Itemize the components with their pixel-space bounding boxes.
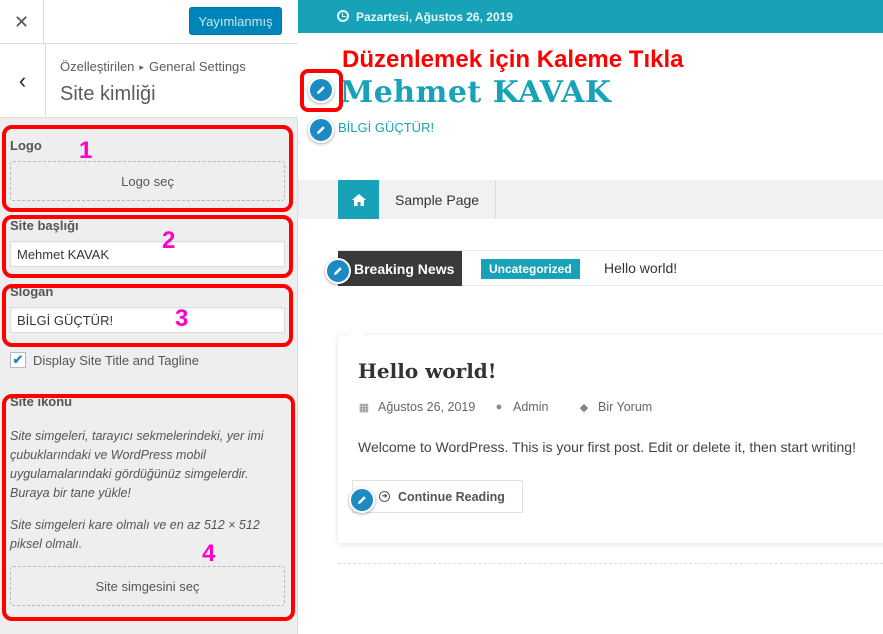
edit-tagline-pencil-icon[interactable] [308,117,334,143]
site-preview: Pazartesi, Ağustos 26, 2019 Düzenlemek i… [298,0,883,634]
breaking-news-label: Breaking News [338,251,462,286]
annotation-box-tagline [2,284,293,347]
user-icon: ● [495,401,503,413]
section-header: ‹ Özelleştirilen ▸ General Settings Site k… [0,44,298,118]
breadcrumb-separator-icon: ▸ [139,62,144,72]
close-icon: ✕ [13,11,30,32]
close-button[interactable]: ✕ [0,0,44,44]
publish-button[interactable]: Yayımlanmış [189,7,282,35]
top-bar: Pazartesi, Ağustos 26, 2019 [298,0,883,33]
breadcrumb-root: Özelleştirilen [60,59,135,74]
clock-icon [337,10,349,22]
display-title-tagline-checkbox[interactable]: ✔ [10,352,26,368]
post-date: ▦ Ağustos 26, 2019 [358,400,476,414]
continue-reading-label: Continue Reading [398,489,505,504]
post-title[interactable]: Hello world! [358,359,497,383]
site-title[interactable]: Mehmet KAVAK [340,75,612,110]
post-author-text[interactable]: Admin [513,400,548,414]
post-card: Hello world! ▦ Ağustos 26, 2019 ● Admin … [338,327,883,543]
annotation-box-logo [2,125,293,212]
post-excerpt: Welcome to WordPress. This is your first… [358,439,856,455]
checkmark-icon: ✔ [12,352,24,367]
annotation-number-2: 2 [162,227,176,254]
annotation-number-3: 3 [175,305,189,332]
annotation-number-4: 4 [202,540,216,567]
display-title-tagline-row: ✔ Display Site Title and Tagline [10,352,199,368]
post-comments-text[interactable]: Bir Yorum [598,400,652,414]
continue-reading-button[interactable]: ➜ Continue Reading [352,480,523,513]
section-title: Site kimliği [60,83,156,105]
main-navigation: Sample Page [298,180,883,219]
calendar-icon: ▦ [358,401,370,414]
comment-icon: ◆ [579,401,589,414]
annotation-box-site-icon [2,394,295,621]
post-date-text[interactable]: Ağustos 26, 2019 [378,400,475,414]
breadcrumb-current: General Settings [148,59,246,74]
edit-breaking-news-pencil-icon[interactable] [325,258,351,284]
annotation-instruction: Düzenlemek için Kaleme Tıkla [342,46,684,73]
display-title-tagline-label: Display Site Title and Tagline [33,352,199,368]
site-tagline: BİLGİ GÜÇTÜR! [338,120,435,135]
customizer-sidebar: ✕ Yayımlanmış ‹ Özelleştirilen ▸ General S… [0,0,298,634]
edit-post-pencil-icon[interactable] [349,487,375,513]
breadcrumb: Özelleştirilen ▸ General Settings [60,59,246,74]
chevron-left-icon: ‹ [18,68,27,93]
annotation-number-1: 1 [79,137,93,164]
customizer-screen: ✕ Yayımlanmış ‹ Özelleştirilen ▸ General S… [0,0,883,634]
breaking-news-category[interactable]: Uncategorized [481,259,580,279]
back-button[interactable]: ‹ [0,44,46,118]
breaking-news-headline[interactable]: Hello world! [604,260,677,276]
post-comments: ◆ Bir Yorum [578,400,652,414]
top-bar-date: Pazartesi, Ağustos 26, 2019 [356,9,513,24]
divider [338,563,883,564]
home-icon [351,193,366,206]
arrow-circle-right-icon: ➜ [379,491,390,502]
nav-home[interactable] [338,180,379,219]
nav-item-sample-page[interactable]: Sample Page [379,180,497,219]
edit-site-title-pencil-icon[interactable] [308,77,334,103]
annotation-box-site-title [2,215,293,278]
sidebar-header: ✕ Yayımlanmış [0,0,298,44]
breaking-news-bar: Breaking News Uncategorized Hello world! [338,250,883,286]
post-author: ● Admin [493,400,549,414]
